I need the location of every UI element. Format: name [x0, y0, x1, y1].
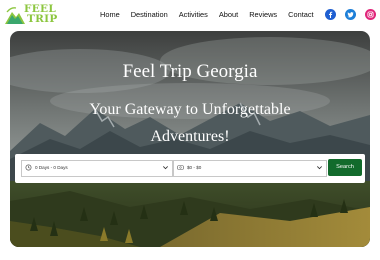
twitter-icon [347, 12, 354, 18]
price-value: $0 - $0 [187, 165, 202, 170]
trip-search-bar: 0 Days - 0 Days $0 - $0 Search [15, 154, 365, 183]
site-header: FEEL TRIP Home Destination Activities Ab… [0, 0, 380, 30]
mountain-logo-icon [5, 7, 25, 24]
nav-reviews[interactable]: Reviews [249, 9, 277, 21]
instagram-icon [367, 11, 374, 18]
chevron-down-icon [317, 166, 322, 170]
brand-wordmark: FEEL TRIP [24, 4, 58, 25]
hero-banner: Feel Trip Georgia Your Gateway to Unforg… [10, 31, 370, 247]
nav-home[interactable]: Home [100, 9, 120, 21]
duration-value: 0 Days - 0 Days [35, 165, 68, 170]
hero-title: Feel Trip Georgia [122, 61, 258, 82]
search-button[interactable]: Search [328, 159, 362, 176]
duration-select[interactable]: 0 Days - 0 Days [21, 160, 173, 177]
nav-contact[interactable]: Contact [288, 9, 313, 21]
facebook-icon [329, 11, 333, 18]
instagram-link[interactable] [365, 9, 376, 20]
nav-activities[interactable]: Activities [179, 9, 208, 21]
brand-logo[interactable]: FEEL TRIP [4, 3, 58, 27]
nav-destination[interactable]: Destination [131, 9, 168, 21]
brand-line-2: TRIP [27, 13, 58, 25]
nav-about[interactable]: About [219, 9, 238, 21]
money-icon [177, 165, 184, 170]
clock-icon [25, 164, 32, 171]
main-nav: Home Destination Activities About Review… [100, 9, 314, 21]
hero-subtitle: Your Gateway to Unforgettable Adventures… [89, 101, 291, 145]
chevron-down-icon [163, 166, 168, 170]
twitter-link[interactable] [345, 9, 356, 20]
price-select[interactable]: $0 - $0 [173, 160, 327, 177]
facebook-link[interactable] [325, 9, 336, 20]
